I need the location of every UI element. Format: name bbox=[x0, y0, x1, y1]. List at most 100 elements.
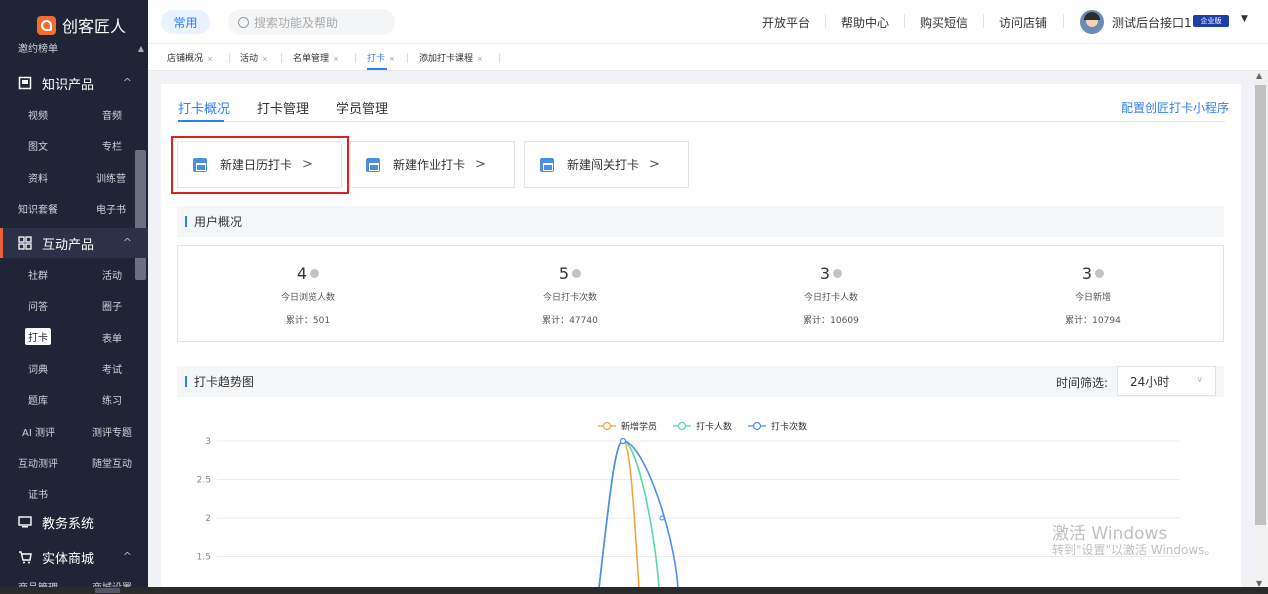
sidebar-item-community[interactable]: 社群 bbox=[28, 267, 48, 282]
taskbar-item[interactable] bbox=[95, 588, 120, 593]
sidebar-item-column[interactable]: 专栏 bbox=[102, 138, 122, 153]
new-homework-checkin-button[interactable]: 新建作业打卡 > bbox=[350, 141, 515, 188]
close-icon[interactable]: × bbox=[333, 55, 339, 63]
trend-chart: 3 2.5 2 1.5 新增学员 打卡人数 打卡次数 bbox=[197, 421, 1180, 588]
buy-sms-link[interactable]: 购买短信 bbox=[920, 14, 968, 31]
time-filter-label: 时间筛选: bbox=[1056, 376, 1109, 390]
sidebar-section-interactive[interactable]: 互动产品 ^ bbox=[0, 228, 148, 258]
tab-checkin[interactable]: 打卡 × bbox=[367, 51, 395, 64]
stat-total: 累计：47740 bbox=[542, 316, 598, 326]
tab-add-checkin-course[interactable]: 添加打卡课程 × bbox=[419, 51, 483, 64]
sidebar-item-practice[interactable]: 练习 bbox=[102, 392, 122, 407]
sidebar-item-qa[interactable]: 问答 bbox=[28, 298, 48, 313]
stat-value-row: 3 bbox=[993, 264, 1193, 283]
main-scrollbar[interactable]: ▲ ▼ bbox=[1253, 71, 1268, 594]
open-platform-link[interactable]: 开放平台 bbox=[762, 14, 810, 31]
visit-store-link[interactable]: 访问店铺 bbox=[999, 14, 1047, 31]
sidebar-item-question-bank[interactable]: 题库 bbox=[28, 392, 48, 407]
tab-store-overview[interactable]: 店铺概况 × bbox=[167, 51, 213, 64]
new-level-checkin-button[interactable]: 新建闯关打卡 > bbox=[524, 141, 689, 188]
brand-name: 创客匠人 bbox=[62, 17, 127, 36]
brand-logo-icon bbox=[37, 15, 56, 35]
chevron-right-icon: > bbox=[475, 157, 486, 172]
chevron-up-icon: ^ bbox=[122, 550, 132, 563]
sidebar-item-classroom-interaction[interactable]: 随堂互动 bbox=[92, 455, 132, 470]
cart-icon bbox=[18, 550, 32, 564]
sidebar-scroll-up-icon[interactable]: ▲ bbox=[138, 44, 144, 53]
sidebar-item-ai-assessment[interactable]: AI 测评 bbox=[22, 424, 55, 439]
stat-value: 4 bbox=[296, 264, 308, 283]
divider bbox=[281, 53, 282, 63]
legend-label: 打卡次数 bbox=[771, 421, 807, 433]
button-label: 新建作业打卡 bbox=[393, 158, 466, 172]
brand[interactable]: 创客匠人 bbox=[37, 14, 126, 36]
configure-miniprogram-link[interactable]: 配置创匠打卡小程序 bbox=[1121, 99, 1229, 116]
scrollbar-thumb[interactable] bbox=[1255, 85, 1266, 525]
scroll-up-icon[interactable]: ▲ bbox=[1256, 71, 1262, 80]
divider bbox=[825, 14, 826, 28]
close-icon[interactable]: × bbox=[207, 55, 213, 63]
tab-list-management[interactable]: 名单管理 × bbox=[293, 51, 339, 64]
sidebar-item-circle[interactable]: 圈子 bbox=[102, 298, 122, 313]
stat-value-row: 4 bbox=[208, 264, 408, 283]
stat-value: 5 bbox=[558, 264, 570, 283]
sidebar-item-material[interactable]: 资料 bbox=[28, 170, 48, 185]
sidebar-section-knowledge[interactable]: 知识产品 ^ bbox=[0, 68, 148, 98]
sidebar-section-label: 实体商城 bbox=[42, 551, 95, 567]
divider bbox=[904, 14, 905, 28]
legend-label: 新增学员 bbox=[621, 421, 657, 433]
sidebar-item-form[interactable]: 表单 bbox=[102, 330, 122, 345]
search-input[interactable]: 搜索功能及帮助 bbox=[228, 9, 395, 35]
avatar[interactable] bbox=[1080, 10, 1104, 34]
top-bar: 常用 搜索功能及帮助 开放平台 帮助中心 购买短信 访问店铺 测试后台接口1 企… bbox=[148, 0, 1268, 44]
search-icon bbox=[238, 16, 249, 28]
sidebar-item-article[interactable]: 图文 bbox=[28, 138, 48, 153]
help-center-link[interactable]: 帮助中心 bbox=[841, 14, 889, 31]
sidebar-section-academic[interactable]: 教务系统 bbox=[0, 507, 148, 537]
subtab-student-management[interactable]: 学员管理 bbox=[336, 98, 388, 117]
info-icon[interactable] bbox=[310, 269, 320, 278]
chevron-down-icon[interactable]: ▼ bbox=[1241, 14, 1248, 24]
active-tab-indicator bbox=[367, 68, 387, 70]
sidebar-item-ebook[interactable]: 电子书 bbox=[96, 201, 126, 216]
sidebar-item-certificate[interactable]: 证书 bbox=[28, 486, 48, 501]
sidebar-item-assessment-topic[interactable]: 测评专题 bbox=[92, 424, 132, 439]
tab-label: 活动 bbox=[240, 54, 259, 64]
sidebar-scrollbar[interactable] bbox=[135, 150, 146, 280]
tab-activity[interactable]: 活动 × bbox=[240, 51, 268, 64]
subtab-checkin-management[interactable]: 打卡管理 bbox=[257, 98, 309, 117]
user-name[interactable]: 测试后台接口1 bbox=[1112, 14, 1192, 31]
frequent-button[interactable]: 常用 bbox=[161, 10, 210, 34]
sidebar-item-video[interactable]: 视频 bbox=[28, 107, 48, 122]
sidebar-section-mall[interactable]: 实体商城 ^ bbox=[0, 542, 148, 572]
divider bbox=[229, 53, 230, 63]
grid-icon bbox=[18, 236, 32, 250]
stat-total: 累计：10794 bbox=[1065, 316, 1121, 326]
sidebar-item-dictionary[interactable]: 词典 bbox=[28, 361, 48, 376]
sidebar-item-checkin[interactable]: 打卡 bbox=[25, 328, 51, 345]
monitor-icon bbox=[18, 515, 32, 529]
sidebar-item-interactive-assessment[interactable]: 互动测评 bbox=[18, 455, 58, 470]
sidebar-item-audio[interactable]: 音频 bbox=[102, 107, 122, 122]
info-icon[interactable] bbox=[572, 269, 582, 278]
sidebar-item-activity[interactable]: 活动 bbox=[102, 267, 122, 282]
y-tick-label: 1.5 bbox=[197, 553, 211, 563]
sidebar-item-camp[interactable]: 训练营 bbox=[96, 170, 126, 185]
sidebar-item-invite-ranking[interactable]: 邀约榜单 bbox=[18, 40, 58, 55]
sidebar-item-exam[interactable]: 考试 bbox=[102, 361, 122, 376]
user-overview-header: 用户概况 bbox=[177, 206, 1224, 237]
subtab-checkin-overview[interactable]: 打卡概况 bbox=[178, 98, 230, 117]
stat-label: 今日打卡次数 bbox=[542, 293, 597, 303]
section-marker bbox=[185, 376, 187, 387]
info-icon[interactable] bbox=[1095, 269, 1105, 278]
level-icon bbox=[540, 157, 554, 172]
series-line bbox=[598, 440, 679, 588]
sidebar-item-package[interactable]: 知识套餐 bbox=[18, 201, 58, 216]
active-subtab-indicator bbox=[178, 120, 224, 122]
close-icon[interactable]: × bbox=[477, 55, 483, 63]
data-point bbox=[619, 437, 627, 445]
close-icon[interactable]: × bbox=[389, 55, 395, 63]
info-icon[interactable] bbox=[833, 269, 843, 278]
close-icon[interactable]: × bbox=[262, 55, 268, 63]
time-filter-select[interactable]: 24小时 ∨ bbox=[1117, 366, 1216, 396]
